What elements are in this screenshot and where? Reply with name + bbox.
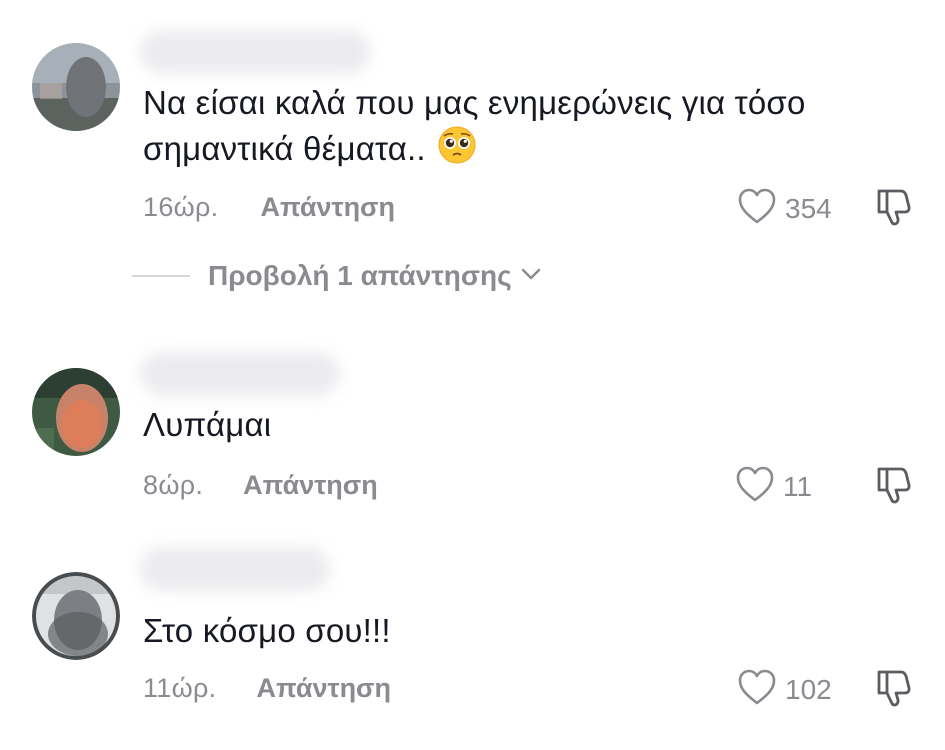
heart-outline-icon [737, 187, 777, 230]
avatar[interactable] [32, 572, 120, 660]
pleading-face-icon [438, 126, 476, 176]
comment-text: Λυπάμαι [143, 406, 272, 443]
dislike-button[interactable] [871, 463, 915, 512]
username-redacted [140, 30, 370, 74]
comment-timestamp: 16ώρ. [143, 192, 219, 222]
thumbs-down-icon [871, 670, 915, 714]
comment-text-line: Να είσαι καλά που μας ενημερώνεις για τό… [143, 84, 806, 121]
thumbs-down-icon [871, 189, 915, 233]
heart-outline-icon [735, 465, 775, 508]
divider-line [132, 275, 190, 277]
comment-text: Να είσαι καλά που μας ενημερώνεις για τό… [143, 80, 806, 176]
view-replies-toggle[interactable]: Προβολή 1 απάντησης [132, 260, 542, 292]
chevron-down-icon [520, 267, 542, 286]
reply-button[interactable]: Απάντηση [260, 192, 395, 223]
thumbs-down-icon [871, 467, 915, 511]
like-count: 11 [783, 470, 813, 502]
reply-button[interactable]: Απάντηση [256, 673, 391, 704]
comment-meta: 11ώρ. Απάντηση [143, 673, 391, 704]
comment-meta: 16ώρ. Απάντηση [143, 192, 395, 223]
comment-text: Στο κόσμο σου!!! [143, 612, 391, 649]
comment-timestamp: 8ώρ. [143, 470, 204, 500]
dislike-button[interactable] [871, 185, 915, 234]
comment-meta: 8ώρ. Απάντηση [143, 470, 378, 501]
reply-button[interactable]: Απάντηση [243, 470, 378, 501]
avatar[interactable] [32, 368, 120, 456]
like-count: 354 [785, 192, 832, 224]
username-redacted [140, 547, 330, 591]
like-button[interactable]: 102 [737, 668, 837, 711]
avatar[interactable] [32, 43, 120, 131]
heart-outline-icon [737, 668, 777, 711]
like-count: 102 [785, 673, 832, 705]
view-replies-label[interactable]: Προβολή 1 απάντησης [208, 260, 512, 292]
comment-timestamp: 11ώρ. [143, 673, 217, 703]
comment-text-line: σημαντικά θέματα.. [143, 126, 806, 176]
username-redacted [140, 352, 340, 396]
comment-text-line-2: σημαντικά θέματα.. [143, 130, 426, 167]
like-button[interactable]: 354 [737, 187, 837, 230]
dislike-button[interactable] [871, 666, 915, 715]
like-button[interactable]: 11 [735, 465, 835, 508]
